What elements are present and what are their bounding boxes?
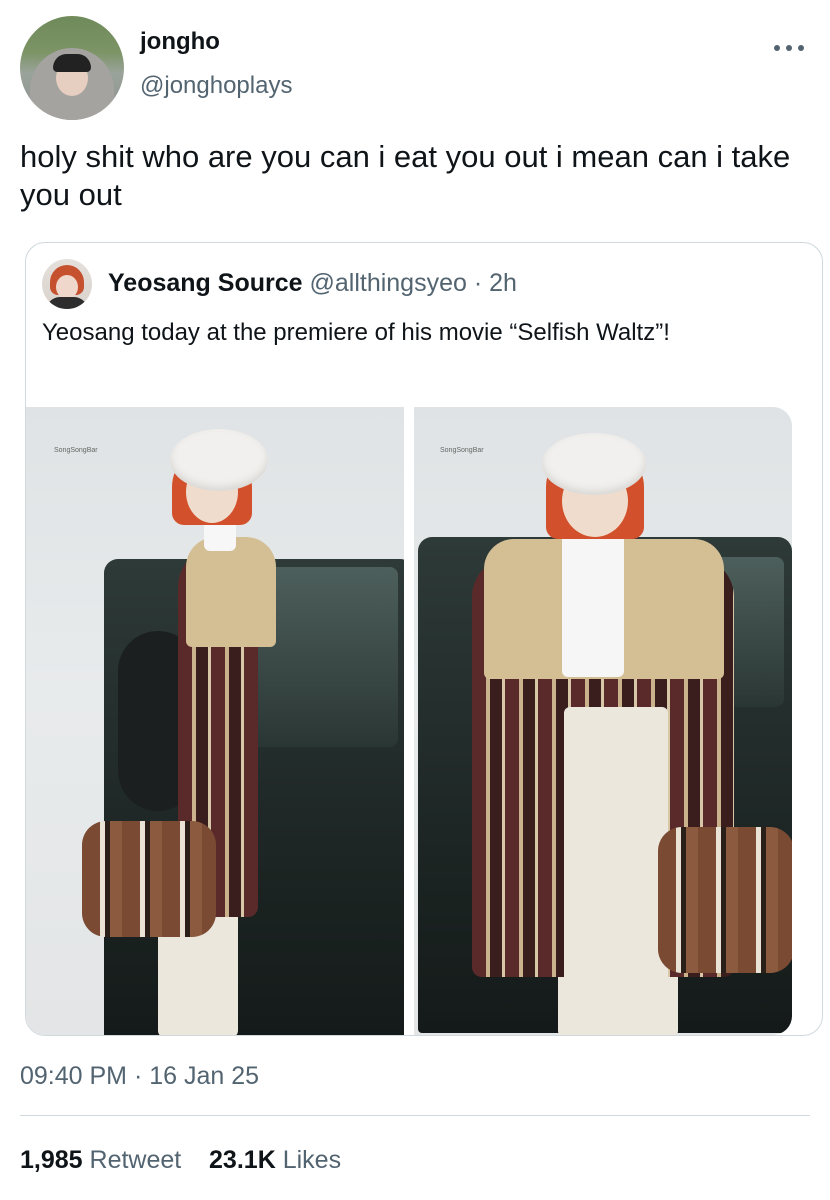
like-stat[interactable]: 23.1K Likes — [209, 1146, 341, 1174]
photo-watermark: SongSongBar — [54, 447, 98, 454]
quoted-avatar-face — [56, 275, 78, 299]
quoted-header: Yeosang Source @allthingsyeo · 2h — [108, 269, 517, 298]
quoted-display-name[interactable]: Yeosang Source — [108, 269, 303, 297]
photo-beret — [170, 429, 268, 491]
photo-beret — [542, 433, 646, 495]
like-label: Likes — [282, 1146, 342, 1174]
photo-bag — [658, 827, 792, 973]
photo-bag — [82, 821, 216, 937]
quoted-handle[interactable]: @allthingsyeo — [309, 269, 466, 297]
retweet-count: 1,985 — [20, 1146, 83, 1174]
retweet-stat[interactable]: 1,985 Retweet — [20, 1146, 188, 1174]
quoted-time[interactable]: 2h — [489, 269, 517, 297]
more-dot — [798, 45, 804, 51]
tweet-text: holy shit who are you can i eat you out … — [20, 139, 791, 212]
quoted-text: Yeosang today at the premiere of his mov… — [42, 319, 670, 346]
author-handle[interactable]: @jonghoplays — [140, 72, 292, 100]
quoted-author-avatar[interactable] — [42, 259, 92, 309]
more-horizontal-icon[interactable] — [774, 36, 804, 60]
more-dot — [786, 45, 792, 51]
like-count: 23.1K — [209, 1146, 276, 1174]
tweet-timestamp[interactable]: 09:40 PM · 16 Jan 25 — [20, 1062, 259, 1091]
retweet-label: Retweet — [89, 1146, 182, 1174]
photo-cape — [186, 537, 276, 647]
avatar-hair — [53, 54, 91, 72]
quoted-photo-1[interactable]: SongSongBar — [26, 407, 404, 1035]
photo-pants-front — [564, 707, 668, 1035]
more-dot — [774, 45, 780, 51]
tweet-stats: 1,985 Retweet 23.1K Likes — [20, 1146, 341, 1175]
quoted-photo-2[interactable]: SongSongBar — [414, 407, 792, 1035]
quoted-tweet[interactable]: Yeosang Source @allthingsyeo · 2h Yeosan… — [25, 242, 823, 1036]
author-display-name[interactable]: jongho — [140, 28, 220, 56]
photo-watermark: SongSongBar — [440, 447, 484, 454]
divider — [20, 1115, 810, 1116]
author-avatar[interactable] — [20, 16, 124, 120]
quoted-separator: · — [466, 269, 490, 297]
quoted-avatar-body — [46, 297, 88, 309]
photo-turtleneck — [562, 527, 624, 677]
